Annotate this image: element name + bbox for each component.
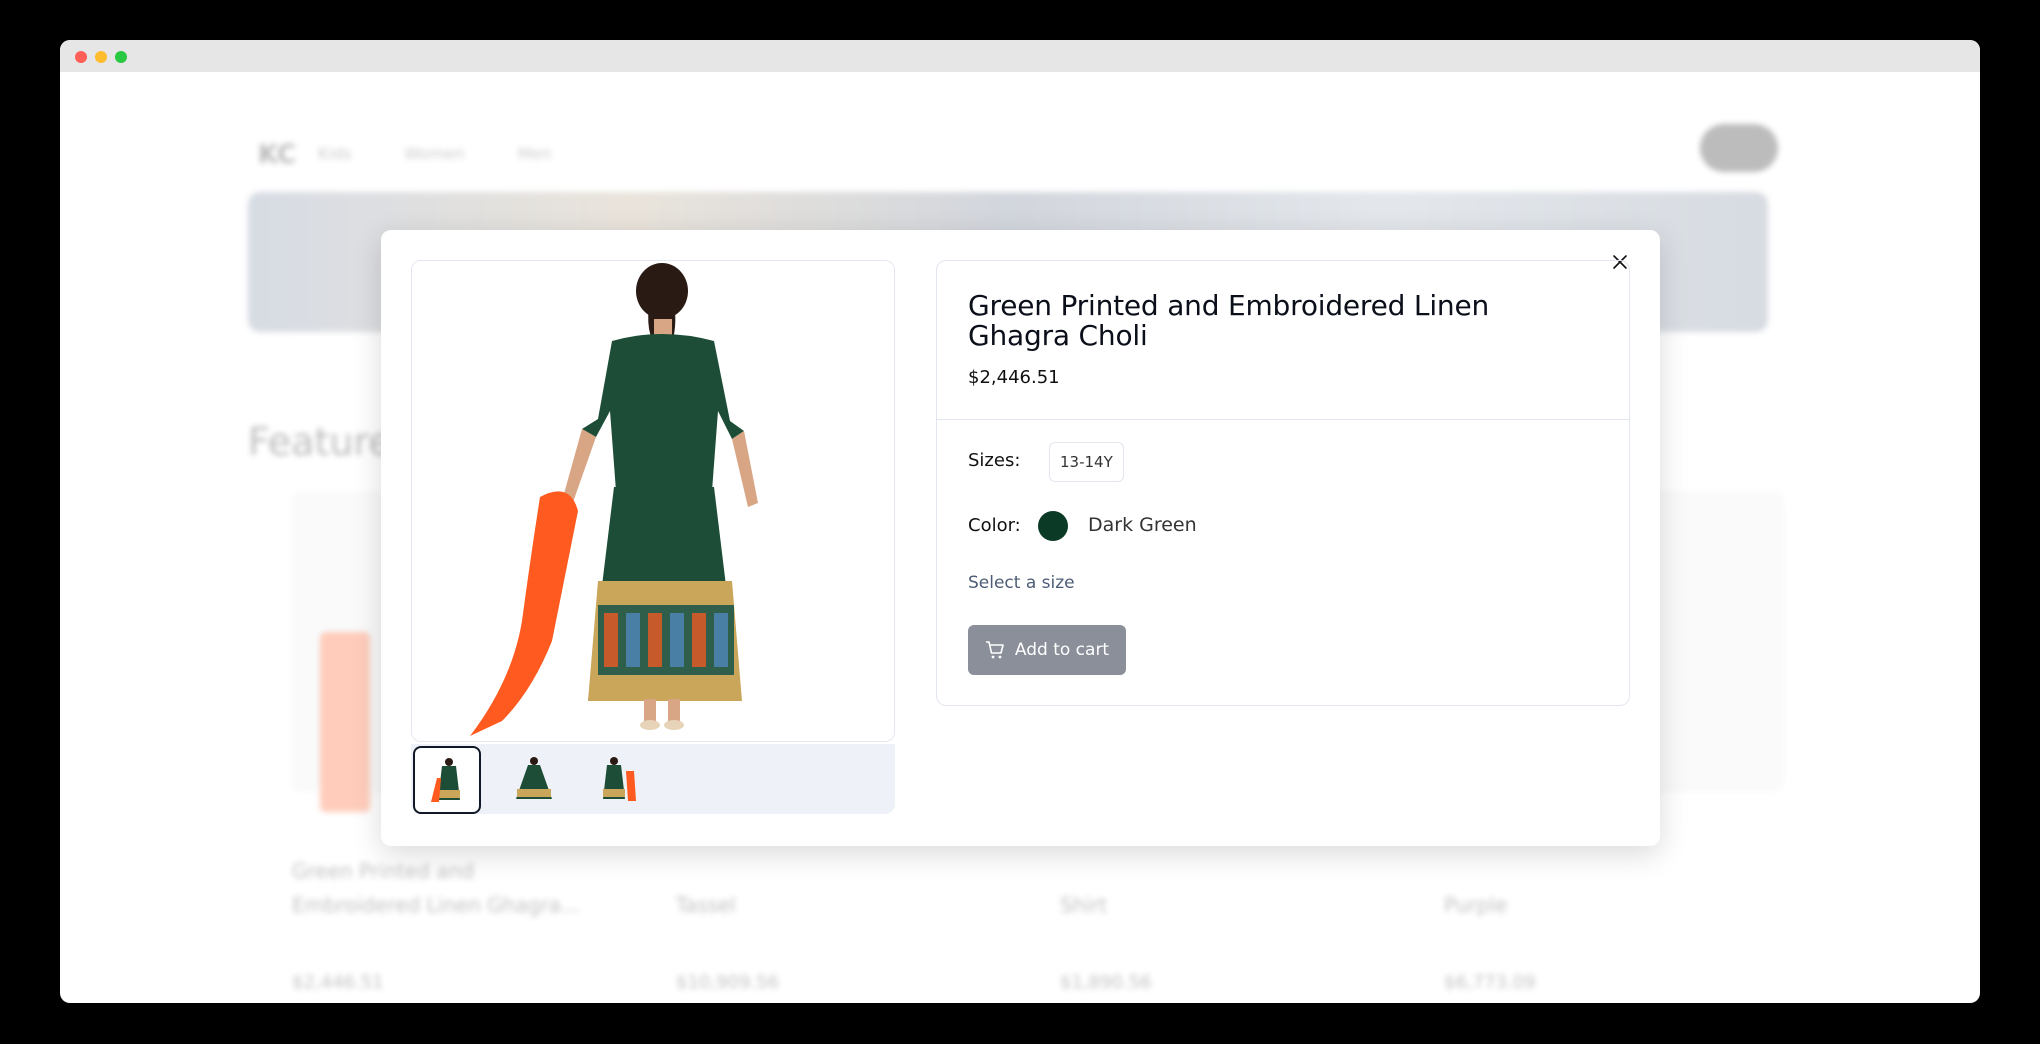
- cart-icon: [985, 641, 1004, 659]
- thumbnail-image: [603, 757, 636, 801]
- thumbnail-image: [431, 758, 460, 802]
- thumbnail-image: [516, 757, 552, 799]
- product-photo: [412, 261, 894, 741]
- product-main-image: [411, 260, 895, 742]
- color-swatch[interactable]: [1038, 511, 1068, 541]
- close-window-dot[interactable]: [75, 51, 87, 63]
- size-option-13-14y[interactable]: 13-14Y: [1049, 442, 1124, 482]
- add-to-cart-button[interactable]: Add to cart: [968, 625, 1126, 675]
- thumbnail-1[interactable]: [413, 746, 481, 814]
- browser-window: KC Kids Women Men Featured Green Printed…: [60, 40, 1980, 1003]
- zoom-window-dot[interactable]: [115, 51, 127, 63]
- minimize-window-dot[interactable]: [95, 51, 107, 63]
- title-bar: [60, 40, 1980, 72]
- product-price: $2,446.51: [968, 367, 1060, 388]
- select-size-hint: Select a size: [968, 573, 1075, 593]
- product-header: Green Printed and Embroidered Linen Ghag…: [937, 261, 1629, 420]
- product-title: Green Printed and Embroidered Linen Ghag…: [968, 289, 1490, 352]
- color-name: Dark Green: [1088, 514, 1197, 536]
- product-quick-view-modal: Green Printed and Embroidered Linen Ghag…: [381, 230, 1660, 846]
- add-to-cart-label: Add to cart: [1014, 640, 1110, 660]
- product-details-panel: Green Printed and Embroidered Linen Ghag…: [936, 260, 1630, 706]
- thumbnail-3[interactable]: [585, 748, 647, 810]
- thumbnail-2[interactable]: [503, 748, 565, 810]
- sizes-label: Sizes:: [968, 450, 1021, 471]
- color-label: Color:: [968, 515, 1021, 536]
- thumbnail-strip: [411, 744, 895, 814]
